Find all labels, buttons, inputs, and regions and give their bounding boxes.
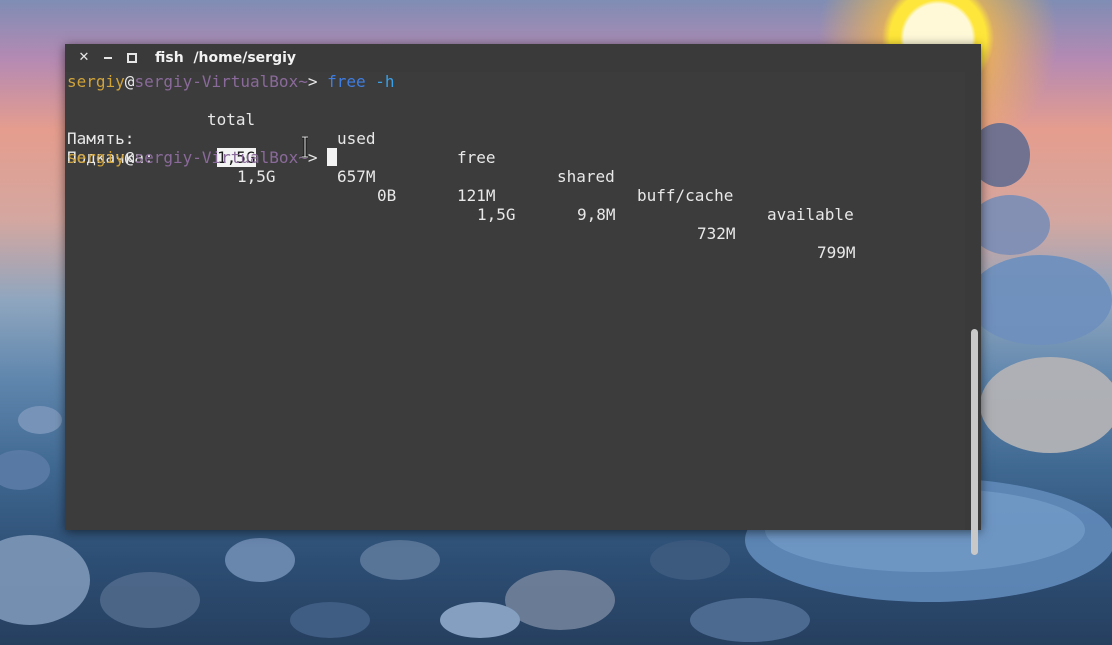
memory-shared: 9,8M <box>577 205 616 224</box>
prompt-line[interactable]: sergiy@sergiy-VirtualBox~> <box>67 148 338 167</box>
title-app: fish <box>155 50 184 66</box>
terminal-output[interactable]: sergiy@sergiy-VirtualBox~> free -h total… <box>65 72 965 530</box>
close-icon[interactable]: ✕ <box>75 49 93 67</box>
table-row: Подкачка: 1,5G 0B 1,5G <box>67 129 516 224</box>
table-header: total used free shared buff/cache availa… <box>67 91 854 224</box>
scrollbar-thumb[interactable] <box>971 329 978 555</box>
header-used: used <box>337 129 376 148</box>
prompt-host: sergiy-VirtualBox <box>134 148 299 167</box>
prompt-symbol: > <box>307 72 328 91</box>
terminal-window[interactable]: ✕ fish /home/sergiy sergiy@sergiy-Virtua… <box>65 44 981 555</box>
command-arg: -h <box>375 72 395 91</box>
window-title: fish /home/sergiy <box>155 50 296 66</box>
maximize-icon[interactable] <box>123 49 141 67</box>
prompt-user: sergiy <box>67 148 125 167</box>
table-row: Память: 1,5G 657M 121M 9,8M 732M 799M <box>67 110 856 262</box>
command-line: sergiy@sergiy-VirtualBox~> free -h <box>67 72 395 91</box>
header-total: total <box>207 110 256 129</box>
prompt-symbol: > <box>307 148 328 167</box>
swap-total: 1,5G <box>237 167 276 186</box>
ibeam-cursor-icon <box>302 136 308 158</box>
command-name: free <box>327 72 366 91</box>
prompt-path: ~ <box>298 72 308 91</box>
swap-used: 0B <box>377 186 397 205</box>
scrollbar[interactable] <box>969 72 979 555</box>
window-titlebar[interactable]: ✕ fish /home/sergiy <box>65 44 981 72</box>
memory-available: 799M <box>817 243 856 262</box>
header-shared: shared <box>557 167 615 186</box>
memory-used: 657M <box>337 167 376 186</box>
title-path: /home/sergiy <box>193 50 297 66</box>
prompt-user: sergiy <box>67 72 125 91</box>
prompt-at: @ <box>124 148 135 167</box>
prompt-at: @ <box>124 72 135 91</box>
swap-free: 1,5G <box>477 205 516 224</box>
memory-buff-cache: 732M <box>697 224 736 243</box>
header-available: available <box>767 205 854 224</box>
prompt-host: sergiy-VirtualBox <box>134 72 299 91</box>
minimize-icon[interactable] <box>99 49 117 67</box>
header-buff-cache: buff/cache <box>637 186 734 205</box>
text-cursor <box>327 148 338 166</box>
header-free: free <box>457 148 496 167</box>
memory-free: 121M <box>457 186 496 205</box>
